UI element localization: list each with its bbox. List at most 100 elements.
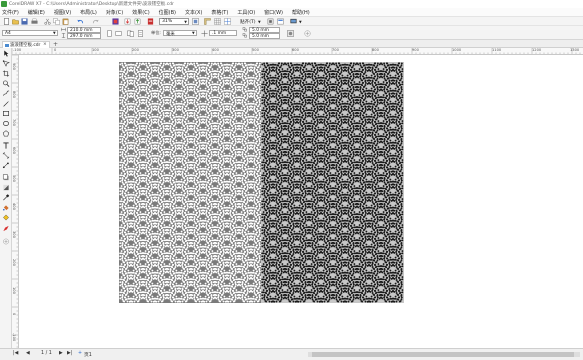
left-panel-dot	[244, 64, 247, 67]
interactive-fill-tool-icon[interactable]	[2, 204, 10, 211]
left-panel-dot	[204, 193, 207, 196]
outline-pen-tool-icon[interactable]	[2, 225, 10, 232]
drop-shadow-tool-icon[interactable]	[2, 174, 10, 181]
zoom-tool-icon[interactable]	[2, 80, 10, 87]
undo-icon[interactable]	[77, 18, 84, 25]
launcher-chevron-down-icon[interactable]: ▼	[299, 20, 302, 24]
show-grid-icon[interactable]	[214, 18, 221, 25]
add-tool-plus-icon[interactable]	[2, 238, 10, 245]
tab-document[interactable]: 波浪镂空板.cdr ×	[2, 41, 50, 48]
drawing-canvas[interactable]	[19, 55, 583, 348]
polygon-tool-icon[interactable]	[2, 130, 10, 137]
transparency-tool-icon[interactable]	[2, 184, 10, 191]
zoom-level-combo[interactable]: 31% ▼	[159, 18, 189, 25]
menu-effects[interactable]: 效果(C)	[132, 9, 149, 16]
landscape-icon[interactable]	[115, 30, 122, 37]
left-panel-dot	[198, 123, 201, 125]
pick-tool-icon[interactable]	[2, 50, 10, 57]
publish-pdf-icon[interactable]	[147, 18, 154, 25]
left-panel-dot	[168, 174, 171, 177]
left-panel-dot	[179, 92, 182, 95]
parallel-dimension-tool-icon[interactable]	[2, 152, 10, 159]
ellipse-tool-icon[interactable]	[2, 120, 10, 127]
nudge-distance-field[interactable]: .1 mm	[209, 30, 237, 36]
menu-text[interactable]: 文本(X)	[185, 9, 202, 16]
page-height-field[interactable]: 297.0 mm	[67, 33, 101, 39]
crop-tool-icon[interactable]	[2, 70, 10, 77]
artistic-media-tool-icon[interactable]	[2, 100, 10, 107]
welcome-screen-icon[interactable]	[290, 18, 297, 25]
left-panel-dot	[205, 110, 208, 112]
left-panel-dot	[223, 76, 226, 79]
left-panel-dot	[242, 144, 245, 147]
menu-help[interactable]: 帮助(H)	[292, 9, 310, 16]
application-launcher-icon[interactable]	[277, 18, 284, 25]
left-panel-dot	[138, 77, 141, 80]
menu-file[interactable]: 文件(F)	[2, 9, 19, 16]
vertical-ruler[interactable]: 900 800 700 600 500 400 300 200 100 0 -1…	[12, 55, 19, 348]
left-panel-dot	[208, 84, 211, 87]
left-panel-dot	[231, 168, 234, 171]
menu-window[interactable]: 窗口(W)	[264, 9, 283, 16]
left-panel-dot	[222, 84, 225, 86]
menu-table[interactable]: 表格(T)	[211, 9, 228, 16]
rectangle-tool-icon[interactable]	[2, 110, 10, 117]
import-icon[interactable]	[124, 18, 131, 25]
left-panel-dot	[150, 201, 153, 203]
left-panel-dot	[151, 191, 154, 194]
copy-icon[interactable]	[53, 18, 60, 25]
duplicate-distance-x-field[interactable]: 5.0 mm	[249, 27, 280, 33]
units-select[interactable]: 毫米 ▼	[163, 30, 197, 37]
redo-icon[interactable]	[92, 18, 99, 25]
menu-object[interactable]: 对象(C)	[106, 9, 123, 16]
left-panel-dot	[235, 185, 238, 187]
add-page-icon[interactable]	[304, 29, 311, 37]
paste-icon[interactable]	[62, 18, 69, 25]
show-guidelines-icon[interactable]	[224, 18, 231, 25]
menu-layout[interactable]: 布局(L)	[80, 9, 97, 16]
full-screen-icon[interactable]	[192, 18, 199, 25]
left-panel-dot	[171, 71, 174, 74]
snap-to-label[interactable]: 贴齐(T)	[240, 19, 256, 25]
left-panel-dot	[224, 66, 227, 69]
freehand-tool-icon[interactable]	[2, 90, 10, 97]
left-panel-dot	[158, 98, 161, 101]
current-page-icon[interactable]	[137, 29, 144, 37]
left-panel-dot	[212, 206, 215, 209]
show-rulers-icon[interactable]	[204, 18, 211, 25]
wave-panel-white-dots[interactable]	[119, 62, 261, 303]
save-icon[interactable]	[21, 18, 28, 25]
text-tool-icon[interactable]	[2, 142, 10, 149]
eyedropper-tool-icon[interactable]	[2, 194, 10, 201]
search-content-icon[interactable]	[112, 18, 119, 25]
cut-icon[interactable]	[44, 18, 51, 25]
left-panel-dot	[221, 150, 224, 153]
all-pages-icon[interactable]	[127, 30, 134, 37]
snap-chevron-down-icon[interactable]: ▼	[258, 20, 261, 24]
menu-tools[interactable]: 工具(O)	[237, 9, 255, 16]
new-document-icon[interactable]	[3, 18, 10, 25]
connector-tool-icon[interactable]	[2, 162, 10, 169]
print-icon[interactable]	[31, 18, 38, 25]
horizontal-ruler[interactable]: -100 0 100 200 300 400 500 600 700 800 9…	[12, 48, 583, 55]
left-panel-dot	[192, 187, 195, 190]
new-tab-plus-icon[interactable]: +	[53, 41, 58, 48]
shape-tool-icon[interactable]	[2, 60, 10, 67]
left-panel-dot	[229, 149, 232, 151]
page-size-select[interactable]: A4 ▼	[2, 30, 58, 36]
smart-fill-tool-icon[interactable]	[2, 214, 10, 221]
menu-edit[interactable]: 编辑(E)	[28, 9, 45, 16]
page-width-field[interactable]: 210.0 mm	[67, 27, 101, 33]
close-icon[interactable]: ×	[43, 42, 47, 47]
export-icon[interactable]	[134, 18, 141, 25]
menu-bitmaps[interactable]: 位图(B)	[159, 9, 176, 16]
menu-view[interactable]: 视图(V)	[54, 9, 71, 16]
portrait-icon[interactable]	[106, 29, 113, 37]
left-panel-dot	[181, 80, 184, 83]
left-panel-dot	[239, 203, 242, 206]
treat-as-filled-icon[interactable]	[287, 29, 294, 37]
open-folder-icon[interactable]	[12, 18, 19, 25]
duplicate-distance-y-field[interactable]: 5.0 mm	[249, 33, 280, 39]
options-icon[interactable]	[267, 18, 274, 25]
left-panel-dot	[194, 131, 197, 134]
